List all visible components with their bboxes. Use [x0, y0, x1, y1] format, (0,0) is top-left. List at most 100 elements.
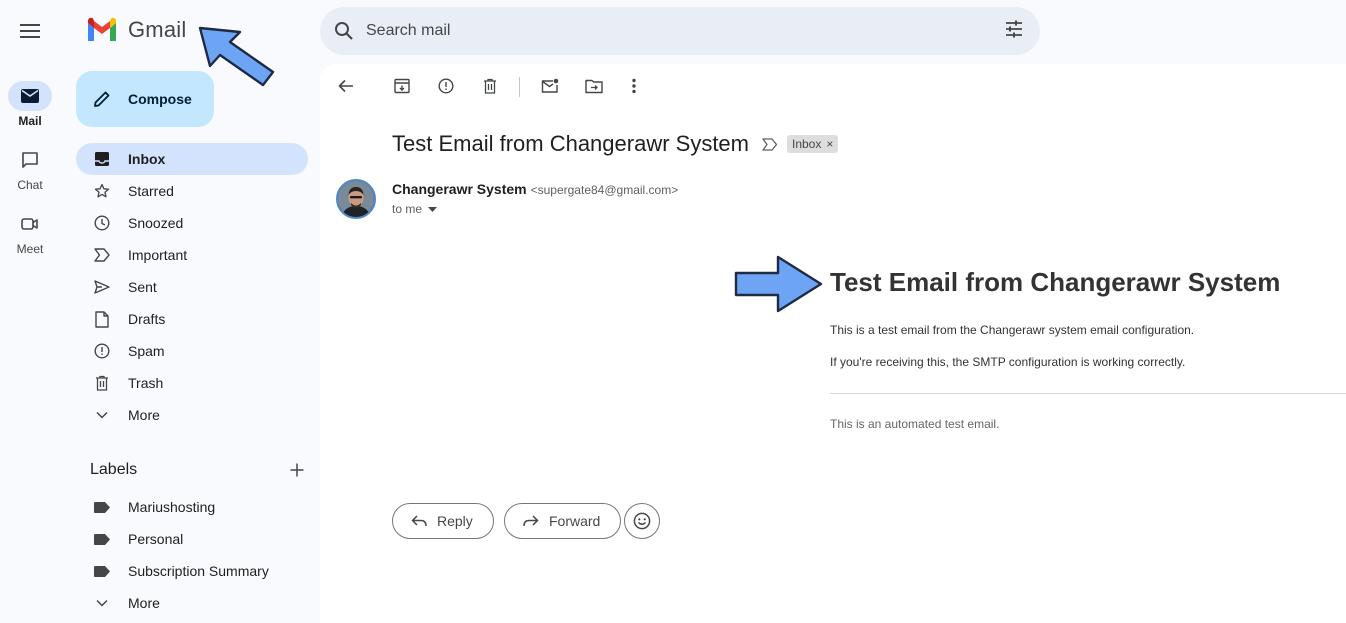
important-icon [93, 246, 111, 264]
rail-item-meet[interactable]: Meet [0, 209, 60, 256]
sender-name[interactable]: Changerawr System [392, 181, 527, 197]
emoji-icon [633, 512, 651, 530]
sidebar-item-trash[interactable]: Trash [76, 367, 308, 399]
sidebar-item-inbox[interactable]: Inbox [76, 143, 308, 175]
sidebar-item-sent[interactable]: Sent [76, 271, 308, 303]
label-icon [93, 562, 111, 580]
sidebar-item-spam[interactable]: Spam [76, 335, 308, 367]
rail-label: Mail [18, 114, 42, 128]
labels-title: Labels [90, 461, 138, 478]
inbox-label-chip: Inbox × [787, 135, 839, 153]
emoji-reaction-button[interactable] [624, 503, 660, 539]
chat-icon [8, 145, 52, 175]
body-paragraph: This is a test email from the Changerawr… [830, 323, 1195, 337]
important-marker-icon[interactable] [762, 137, 778, 151]
inbox-icon [93, 150, 111, 168]
labels-list: Mariushosting Personal Subscription Summ… [76, 491, 308, 619]
rail-item-mail[interactable]: Mail [0, 81, 60, 128]
label-icon [93, 498, 111, 516]
sidebar-item-label: Personal [128, 531, 184, 547]
sidebar-item-label: Important [128, 247, 188, 263]
avatar[interactable] [336, 179, 376, 219]
sidebar-item-label: Spam [128, 343, 165, 359]
sidebar-item-label: Inbox [128, 151, 166, 167]
reply-label: Reply [437, 513, 473, 529]
chip-label: Inbox [792, 137, 822, 151]
search-icon[interactable] [332, 19, 356, 43]
labels-header: Labels [90, 459, 308, 481]
reply-button[interactable]: Reply [392, 503, 494, 539]
sender-line: Changerawr System <supergate84@gmail.com… [392, 181, 678, 197]
move-to-icon[interactable] [580, 75, 608, 97]
sidebar-item-label: Drafts [128, 311, 166, 327]
rail-label: Chat [17, 178, 43, 192]
search-bar [320, 7, 1040, 55]
forward-button[interactable]: Forward [504, 503, 622, 539]
body-footer: This is an automated test email. [830, 417, 1000, 431]
draft-icon [93, 310, 111, 328]
mark-unread-icon[interactable] [536, 75, 564, 97]
mail-icon [8, 81, 52, 111]
chevron-down-icon [93, 594, 111, 612]
sidebar-item-label: More [128, 407, 160, 423]
trash-icon [93, 374, 111, 392]
more-vert-icon[interactable] [620, 75, 648, 97]
gmail-m-icon [88, 17, 116, 41]
report-spam-icon[interactable] [432, 75, 460, 97]
sidebar-item-snoozed[interactable]: Snoozed [76, 207, 308, 239]
remove-label-icon[interactable]: × [826, 137, 833, 151]
sidebar-item-label: More [128, 595, 160, 611]
archive-icon[interactable] [388, 75, 416, 97]
caret-down-icon [428, 206, 438, 212]
sidebar-item-personal[interactable]: Personal [76, 523, 308, 555]
compose-button[interactable]: Compose [76, 71, 214, 127]
search-input[interactable] [366, 22, 966, 40]
clock-icon [93, 214, 111, 232]
spam-icon [93, 342, 111, 360]
gmail-logo[interactable]: Gmail [86, 17, 186, 43]
send-icon [93, 278, 111, 296]
app-rail: Mail Chat Meet [0, 0, 64, 623]
chevron-down-icon [93, 406, 111, 424]
sidebar-item-subscription-summary[interactable]: Subscription Summary [76, 555, 308, 587]
toolbar-divider [519, 77, 520, 97]
sidebar-item-drafts[interactable]: Drafts [76, 303, 308, 335]
recipient-line[interactable]: to me [392, 202, 438, 216]
recipient-text: to me [392, 202, 423, 216]
star-icon [93, 182, 111, 200]
body-heading: Test Email from Changerawr System [830, 267, 1281, 297]
rail-item-chat[interactable]: Chat [0, 145, 60, 192]
body-paragraph: If you're receiving this, the SMTP confi… [830, 355, 1186, 369]
rail-label: Meet [16, 242, 44, 256]
sidebar-item-more[interactable]: More [76, 399, 308, 431]
plus-icon[interactable] [286, 459, 308, 481]
sidebar-item-mariushosting[interactable]: Mariushosting [76, 491, 308, 523]
meet-icon [8, 209, 52, 239]
compose-label: Compose [128, 91, 192, 107]
sidebar-item-label: Snoozed [128, 215, 184, 231]
reply-icon [411, 515, 427, 527]
sender-email: <supergate84@gmail.com> [530, 183, 679, 197]
forward-icon [523, 515, 539, 527]
sidebar-item-starred[interactable]: Starred [76, 175, 308, 207]
body-divider [830, 393, 1346, 394]
tune-icon[interactable] [1004, 19, 1024, 39]
email-subject: Test Email from Changerawr System [392, 131, 749, 156]
callout-arrow-icon [734, 255, 823, 313]
delete-icon[interactable] [476, 75, 504, 97]
sidebar-nav: Inbox Starred Snoozed Important Sent Dra… [76, 143, 308, 431]
sidebar-item-label: Sent [128, 279, 157, 295]
logo-text: Gmail [128, 17, 187, 42]
sidebar-item-important[interactable]: Important [76, 239, 308, 271]
email-view: Test Email from Changerawr System Inbox … [320, 64, 1346, 623]
forward-label: Forward [549, 513, 601, 529]
sidebar-item-label: Subscription Summary [128, 563, 269, 579]
email-subject-row: Test Email from Changerawr System Inbox … [392, 131, 839, 157]
hamburger-icon[interactable] [10, 11, 50, 51]
sidebar-item-labels-more[interactable]: More [76, 587, 308, 619]
pencil-icon [94, 91, 110, 107]
sidebar-item-label: Mariushosting [128, 499, 216, 515]
label-icon [93, 530, 111, 548]
back-icon[interactable] [332, 75, 360, 97]
callout-arrow-icon [198, 26, 275, 87]
